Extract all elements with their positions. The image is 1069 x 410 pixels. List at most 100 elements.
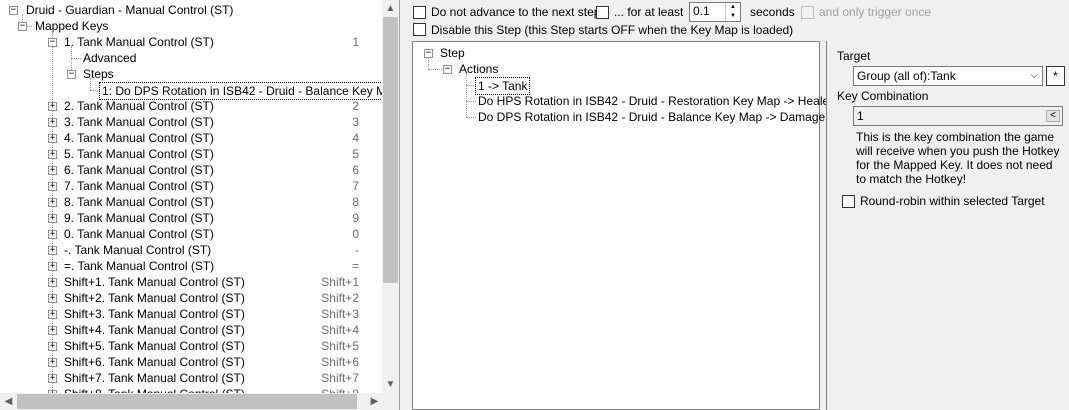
expand-icon[interactable]: + <box>48 246 57 255</box>
tree-item-label: 4. Tank Manual Control (ST) <box>64 131 214 145</box>
tree-item[interactable]: +6. Tank Manual Control (ST) 6 <box>0 162 383 178</box>
target-label: Target <box>837 49 871 63</box>
trigger-once-checkbox[interactable] <box>801 6 814 19</box>
seconds-spinner[interactable]: 0.1 ▲ ▼ <box>689 2 741 22</box>
tree-item-label: Steps <box>83 67 114 81</box>
tree-item-label: 5. Tank Manual Control (ST) <box>64 147 214 161</box>
expand-icon[interactable]: + <box>48 118 57 127</box>
trigger-once-label: and only trigger once <box>819 5 932 19</box>
tree-item-label: -. Tank Manual Control (ST) <box>64 243 212 257</box>
expand-icon[interactable]: + <box>48 358 57 367</box>
step-tree[interactable]: − Step − Actions 1 -> Tank Do HPS Rotati… <box>412 41 833 410</box>
key-combo-help: This is the key combination the game wil… <box>856 130 1060 186</box>
hotkey-label: Shift+2 <box>321 291 359 305</box>
expand-icon[interactable]: + <box>48 310 57 319</box>
scroll-up-icon[interactable]: ▲ <box>382 0 399 17</box>
target-select[interactable]: Group (all of):Tank ⌵ <box>853 66 1043 86</box>
tree-item[interactable]: +4. Tank Manual Control (ST) 4 <box>0 130 383 146</box>
tree-line <box>466 101 476 102</box>
tree-item-selected-step[interactable]: 1: Do DPS Rotation in ISB42 - Druid - Ba… <box>0 82 399 100</box>
tree-item[interactable]: + Shift+5. Tank Manual Control (ST) Shift+… <box>0 338 383 354</box>
tree-item[interactable]: + =. Tank Manual Control (ST) = <box>0 258 383 274</box>
step-tree-label: Actions <box>459 62 499 76</box>
tree-item[interactable]: + Shift+3. Tank Manual Control (ST) Shift+… <box>0 306 383 322</box>
expand-icon[interactable]: + <box>48 294 57 303</box>
expand-icon[interactable]: + <box>48 198 57 207</box>
expand-icon[interactable]: + <box>48 326 57 335</box>
expand-icon[interactable]: + <box>48 134 57 143</box>
mapped-keys-tree[interactable]: − Druid - Guardian - Manual Control (ST)… <box>0 0 400 410</box>
tree-item[interactable]: + Shift+7. Tank Manual Control (ST) Shift+… <box>0 370 383 386</box>
scroll-left-icon[interactable]: ◀ <box>0 393 17 410</box>
tree-item-label: 3. Tank Manual Control (ST) <box>64 115 214 129</box>
scroll-thumb[interactable] <box>17 394 357 409</box>
collapse-icon[interactable]: − <box>9 6 18 15</box>
step-tree-label: Step <box>440 46 465 60</box>
tree-item[interactable]: +8. Tank Manual Control (ST) 8 <box>0 194 383 210</box>
scroll-thumb[interactable] <box>383 17 398 283</box>
tree-item[interactable]: +5. Tank Manual Control (ST) 5 <box>0 146 383 162</box>
expand-icon[interactable]: + <box>48 214 57 223</box>
scroll-right-icon[interactable]: ▶ <box>366 393 383 410</box>
tree-item[interactable]: +9. Tank Manual Control (ST) 9 <box>0 210 383 226</box>
for-at-least-checkbox[interactable] <box>596 6 609 19</box>
hotkey-label: 5 <box>352 147 359 161</box>
expand-icon[interactable]: + <box>48 278 57 287</box>
tree-item-label: Shift+1. Tank Manual Control (ST) <box>64 275 245 289</box>
tree-item-mapped-keys[interactable]: − Mapped Keys <box>0 18 383 34</box>
round-robin-checkbox[interactable] <box>842 195 855 208</box>
expand-icon[interactable]: + <box>48 182 57 191</box>
expand-icon[interactable]: + <box>48 166 57 175</box>
tree-line <box>466 117 476 118</box>
key-combo-field[interactable]: 1 < <box>853 106 1063 126</box>
disable-step-label: Disable this Step (this Step starts OFF … <box>431 23 794 37</box>
chevron-down-icon[interactable]: ⌵ <box>1030 67 1038 85</box>
tree-line <box>428 69 442 70</box>
tree-item[interactable]: + Shift+1. Tank Manual Control (ST) Shift+… <box>0 274 383 290</box>
tree-root[interactable]: − Druid - Guardian - Manual Control (ST) <box>0 2 383 18</box>
tree-item-label: Advanced <box>83 51 137 65</box>
collapse-icon[interactable]: − <box>48 38 57 47</box>
horizontal-scrollbar[interactable]: ◀ ▶ <box>0 393 383 410</box>
key-combo-clear-button[interactable]: < <box>1046 110 1060 122</box>
tree-item-label: 6. Tank Manual Control (ST) <box>64 163 214 177</box>
tree-item-steps[interactable]: − Steps <box>0 66 383 82</box>
collapse-icon[interactable]: − <box>67 70 76 79</box>
scrollbar-corner <box>382 393 399 410</box>
no-advance-checkbox[interactable] <box>413 6 426 19</box>
spin-up-icon[interactable]: ▲ <box>725 3 740 12</box>
expand-icon[interactable]: + <box>48 262 57 271</box>
expand-icon[interactable]: + <box>48 150 57 159</box>
clear-label: < <box>1050 110 1056 121</box>
target-star-button[interactable]: * <box>1046 66 1065 86</box>
collapse-icon[interactable]: − <box>18 22 27 31</box>
tree-item[interactable]: + Shift+4. Tank Manual Control (ST) Shift+… <box>0 322 383 338</box>
scroll-down-icon[interactable]: ▼ <box>382 376 399 393</box>
tree-item-key-1[interactable]: − 1. Tank Manual Control (ST) 1 <box>0 34 383 50</box>
tree-item[interactable]: +7. Tank Manual Control (ST) 7 <box>0 178 383 194</box>
spin-down-icon[interactable]: ▼ <box>725 12 740 21</box>
tree-item[interactable]: +0. Tank Manual Control (ST) 0 <box>0 226 383 242</box>
tree-item[interactable]: + Shift+2. Tank Manual Control (ST) Shift+… <box>0 290 383 306</box>
tree-item[interactable]: +3. Tank Manual Control (ST) 3 <box>0 114 383 130</box>
expand-icon[interactable]: + <box>48 374 57 383</box>
tree-item[interactable]: +2. Tank Manual Control (ST) 2 <box>0 98 383 114</box>
tree-item[interactable]: + Shift+6. Tank Manual Control (ST) Shift+… <box>0 354 383 370</box>
tree-line <box>466 73 467 117</box>
hotkey-label: 7 <box>352 179 359 193</box>
collapse-icon[interactable]: − <box>443 65 452 74</box>
hotkey-label: 9 <box>352 211 359 225</box>
tree-item-advanced[interactable]: Advanced <box>0 50 383 66</box>
seconds-label: seconds <box>750 5 795 19</box>
disable-step-checkbox[interactable] <box>413 23 426 36</box>
hotkey-label: 0 <box>352 227 359 241</box>
tree-item-label: 8. Tank Manual Control (ST) <box>64 195 214 209</box>
star-label: * <box>1053 69 1058 83</box>
action-item-label: Do DPS Rotation in ISB42 - Druid - Balan… <box>478 110 826 124</box>
expand-icon[interactable]: + <box>48 342 57 351</box>
expand-icon[interactable]: + <box>48 102 57 111</box>
expand-icon[interactable]: + <box>48 230 57 239</box>
tree-line <box>428 57 429 69</box>
tree-item[interactable]: + -. Tank Manual Control (ST) - <box>0 242 383 258</box>
vertical-scrollbar[interactable]: ▲ ▼ <box>382 0 399 393</box>
